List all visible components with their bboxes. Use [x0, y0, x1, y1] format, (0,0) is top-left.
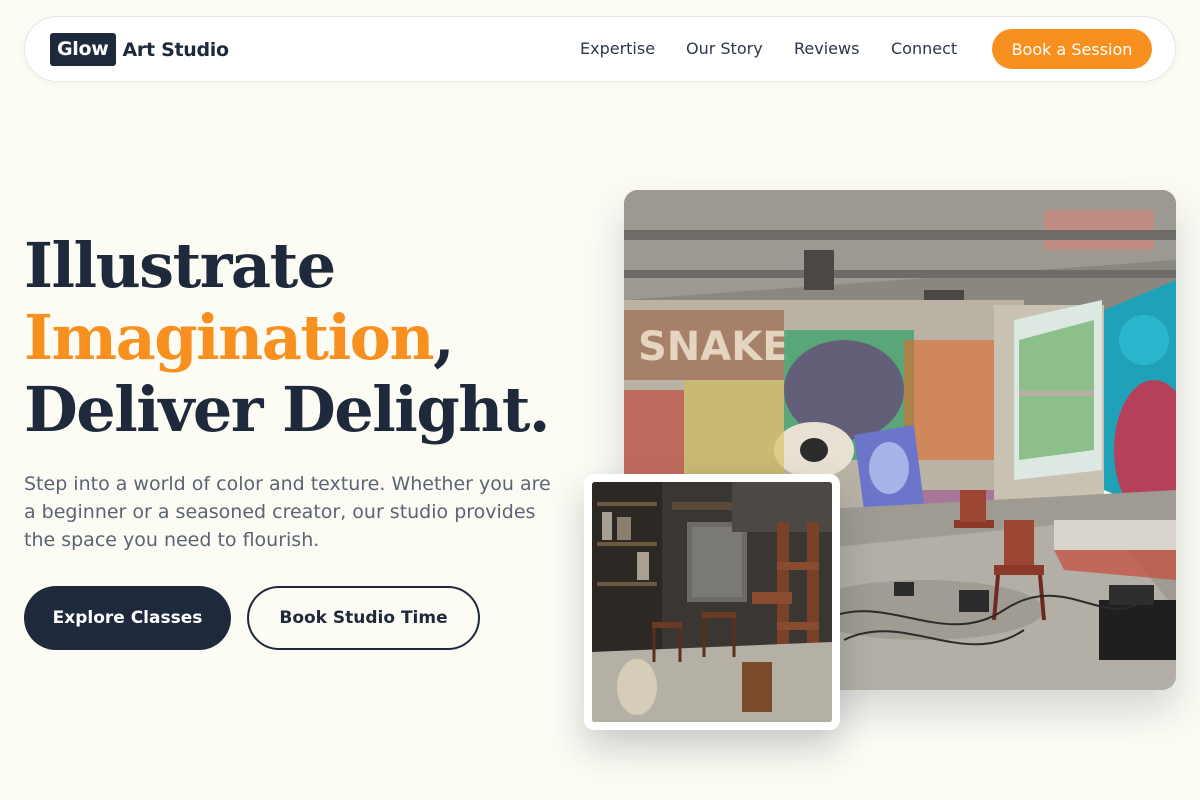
hero-headline: Illustrate Imagination, Deliver Delight.	[24, 229, 551, 446]
wood-workshop-photo	[592, 482, 832, 722]
nav-link-our-story[interactable]: Our Story	[686, 39, 763, 58]
workshop-illustration	[592, 482, 832, 722]
headline-line-1: Illustrate	[24, 229, 336, 302]
hero-subtext: Step into a world of color and texture. …	[24, 473, 551, 551]
workshop-photo-card	[584, 474, 840, 730]
headline-accent: Imagination	[24, 301, 435, 374]
navbar: Glow Art Studio Expertise Our Story Revi…	[24, 16, 1176, 82]
svg-text:SNAKE: SNAKE	[638, 324, 790, 370]
nav-link-expertise[interactable]: Expertise	[580, 39, 655, 58]
explore-classes-button[interactable]: Explore Classes	[24, 586, 231, 650]
headline-comma: ,	[433, 301, 455, 374]
book-studio-time-button[interactable]: Book Studio Time	[247, 586, 480, 650]
nav-link-reviews[interactable]: Reviews	[794, 39, 859, 58]
book-session-button[interactable]: Book a Session	[992, 29, 1152, 69]
headline-line-3: Deliver Delight.	[24, 373, 551, 446]
nav-link-connect[interactable]: Connect	[891, 39, 957, 58]
